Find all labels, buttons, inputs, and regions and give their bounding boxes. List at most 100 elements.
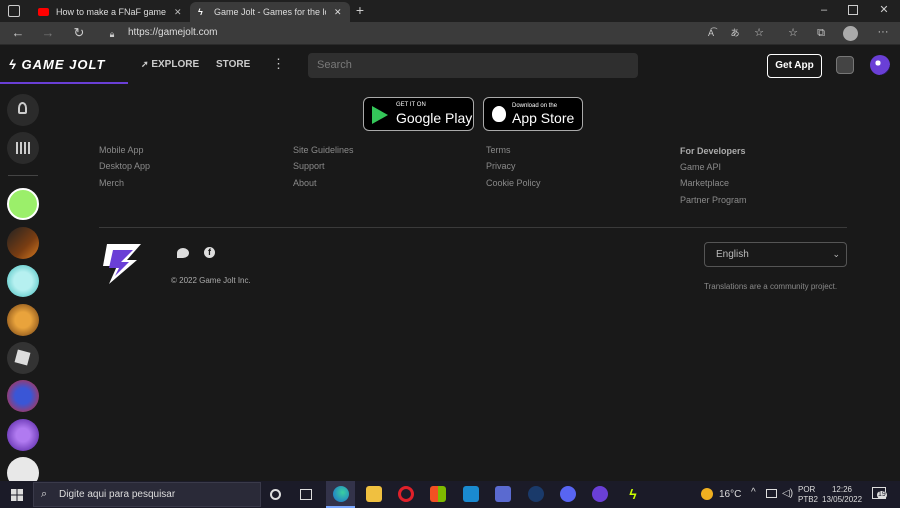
tab-title: How to make a FNaF game in Cl (56, 7, 168, 17)
url-field[interactable]: https://gamejolt.com (128, 27, 217, 38)
footer-link-partner-program[interactable]: Partner Program (680, 195, 747, 205)
more-icon[interactable]: ··· (876, 26, 890, 38)
facebook-icon[interactable]: f (204, 247, 215, 258)
sidebar-community-1[interactable] (7, 188, 39, 220)
favorite-add-icon[interactable]: ☆ (752, 27, 766, 39)
sidebar-community-3[interactable] (7, 265, 39, 297)
clock[interactable]: 12:26 13/05/2022 (822, 485, 862, 505)
footer-divider (99, 227, 847, 228)
sidebar-community-7[interactable] (7, 419, 39, 451)
youtube-icon (38, 8, 49, 16)
windows-start-icon[interactable] (11, 489, 23, 501)
opera-icon[interactable] (398, 486, 414, 502)
forward-icon[interactable]: → (41, 26, 55, 39)
footer-heading-developers: For Developers (680, 146, 746, 156)
footer-link-cookie-policy[interactable]: Cookie Policy (486, 178, 541, 188)
footer-link-marketplace[interactable]: Marketplace (680, 178, 729, 188)
footer-link-about[interactable]: About (293, 178, 317, 188)
tab-gamejolt[interactable]: ϟ Game Jolt - Games for the love o ✕ (190, 2, 350, 22)
app-icon-1[interactable] (495, 486, 511, 502)
nav-store[interactable]: STORE (216, 59, 250, 70)
twitter-icon[interactable] (177, 248, 189, 258)
input-language[interactable]: POR PTB2 (798, 485, 818, 505)
profile-avatar[interactable] (843, 26, 858, 41)
bolt-icon: ϟ (9, 57, 17, 72)
clock-date: 13/05/2022 (822, 495, 863, 504)
sidebar-library-icon[interactable] (7, 132, 39, 164)
more-menu-icon[interactable]: ⋮ (272, 56, 285, 72)
notifications-icon[interactable]: 19 (872, 487, 887, 499)
notification-count: 19 (877, 491, 887, 499)
store-icon[interactable] (430, 486, 446, 502)
temperature[interactable]: 16°C (719, 489, 741, 500)
app-icon-2[interactable] (592, 486, 608, 502)
task-view-icon[interactable] (300, 489, 312, 500)
footer-link-terms[interactable]: Terms (486, 145, 511, 155)
translate-icon[interactable]: あ (728, 27, 742, 39)
back-icon[interactable]: ← (11, 26, 25, 39)
footer-link-merch[interactable]: Merch (99, 178, 124, 188)
volume-icon[interactable]: ◁) (782, 488, 793, 499)
footer-link-site-guidelines[interactable]: Site Guidelines (293, 145, 354, 155)
close-window-icon[interactable]: ✕ (878, 4, 890, 16)
app-store-button[interactable]: Download on the App Store (483, 97, 583, 131)
new-tab-icon[interactable]: + (354, 3, 366, 17)
google-play-icon (372, 106, 388, 124)
tab-actions-icon[interactable] (8, 5, 20, 17)
reload-icon[interactable]: ↻ (72, 26, 86, 39)
sidebar-community-5[interactable] (7, 342, 39, 374)
clock-time: 12:26 (831, 485, 853, 494)
search-icon: ⌕ (41, 488, 48, 500)
nav-explore[interactable]: ➚ EXPLORE (141, 59, 199, 70)
logo-underline (0, 82, 128, 84)
get-app-button[interactable]: Get App (767, 54, 822, 78)
mail-icon[interactable] (463, 486, 479, 502)
close-icon[interactable]: ✕ (174, 2, 182, 22)
taskbar-search[interactable]: ⌕ Digite aqui para pesquisar (33, 482, 261, 507)
activity-icon[interactable] (836, 56, 854, 74)
footer-link-support[interactable]: Support (293, 161, 325, 171)
translations-note: Translations are a community project. (704, 282, 838, 291)
footer-bolt-logo[interactable] (99, 242, 143, 286)
gamejolt-taskbar-icon[interactable]: ϟ (625, 486, 641, 502)
tray-chevron-icon[interactable]: ^ (751, 487, 756, 498)
footer-link-privacy[interactable]: Privacy (486, 161, 516, 171)
nav-explore-label: EXPLORE (151, 59, 200, 70)
search-input[interactable]: Search (308, 53, 638, 78)
footer-link-desktop-app[interactable]: Desktop App (99, 161, 150, 171)
discord-icon[interactable] (560, 486, 576, 502)
network-icon[interactable] (766, 489, 777, 498)
apple-icon (492, 106, 506, 122)
chevron-down-icon: ⌄ (832, 249, 840, 259)
sidebar-community-6[interactable] (7, 380, 39, 412)
lock-icon[interactable]: 🔒︎ (107, 28, 117, 40)
sidebar-community-4[interactable] (7, 304, 39, 336)
sidebar-discover-icon[interactable] (7, 94, 39, 126)
read-aloud-icon[interactable]: A͡ (704, 27, 718, 39)
input-lang-1: POR (798, 485, 816, 494)
maximize-icon[interactable] (848, 5, 858, 15)
gamejolt-logo[interactable]: ϟ GAME JOLT (9, 57, 105, 73)
footer-link-mobile-app[interactable]: Mobile App (99, 145, 144, 155)
file-explorer-icon[interactable] (366, 486, 382, 502)
steam-icon[interactable] (528, 486, 544, 502)
minimize-icon[interactable]: – (818, 4, 830, 16)
user-avatar[interactable] (870, 55, 890, 75)
favorites-icon[interactable]: ☆ (786, 27, 800, 39)
cortana-icon[interactable] (270, 489, 281, 500)
compass-icon: ➚ (141, 59, 149, 69)
collections-icon[interactable]: ⧉ (814, 27, 828, 39)
tab-youtube[interactable]: How to make a FNaF game in Cl ✕ (32, 2, 188, 22)
sidebar-community-2[interactable] (7, 227, 39, 259)
language-select[interactable]: English ⌄ (704, 242, 847, 267)
input-lang-2: PTB2 (798, 495, 819, 504)
copyright-text: © 2022 Game Jolt Inc. (171, 276, 251, 285)
close-icon[interactable]: ✕ (334, 2, 342, 22)
taskbar-search-placeholder: Digite aqui para pesquisar (59, 489, 176, 500)
footer-link-game-api[interactable]: Game API (680, 162, 721, 172)
google-play-button[interactable]: GET IT ON Google Play (363, 97, 474, 131)
weather-icon[interactable] (701, 488, 713, 500)
browser-tab-bar: How to make a FNaF game in Cl ✕ ϟ Game J… (0, 0, 900, 22)
app-store-big-text: App Store (512, 110, 575, 126)
google-play-big-text: Google Play (396, 110, 473, 126)
